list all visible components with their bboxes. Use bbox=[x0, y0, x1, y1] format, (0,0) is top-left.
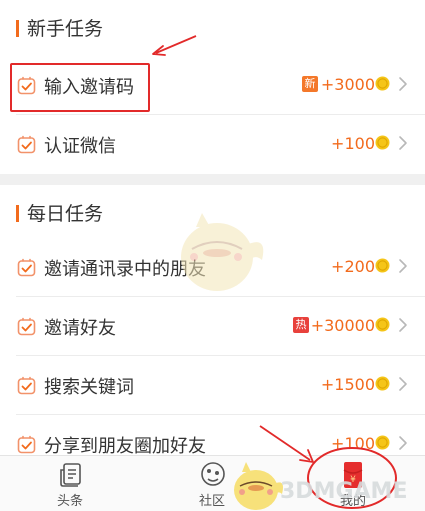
task-icon bbox=[17, 258, 36, 277]
task-icon bbox=[17, 317, 36, 336]
section-header-newbie: 新手任务 bbox=[0, 0, 425, 56]
task-reward: +100 bbox=[331, 134, 375, 153]
annotation-arrow-icon bbox=[152, 35, 197, 56]
coin-icon bbox=[375, 376, 390, 391]
task-reward: +3000 bbox=[320, 75, 375, 94]
highlight-box bbox=[10, 63, 150, 112]
new-badge: 新 bbox=[302, 76, 318, 92]
task-reward: +1500 bbox=[320, 375, 375, 394]
coin-icon bbox=[375, 317, 390, 332]
chevron-right-icon bbox=[398, 258, 408, 274]
chevron-right-icon bbox=[398, 376, 408, 392]
tab-label: 头条 bbox=[56, 494, 83, 509]
section-accent-bar bbox=[16, 205, 19, 222]
task-icon bbox=[17, 376, 36, 395]
coin-icon bbox=[375, 258, 390, 273]
section-title: 新手任务 bbox=[27, 18, 104, 40]
mascot-watermark-icon bbox=[181, 213, 264, 291]
chevron-right-icon bbox=[398, 135, 408, 151]
section-gap bbox=[0, 174, 425, 185]
task-reward: +200 bbox=[331, 257, 375, 276]
chevron-right-icon bbox=[398, 317, 408, 333]
task-icon bbox=[17, 135, 36, 154]
chevron-right-icon bbox=[398, 76, 408, 92]
coin-icon bbox=[375, 135, 390, 150]
task-row-invite-friends[interactable]: 邀请好友 热 +30000 bbox=[0, 297, 425, 356]
task-reward: +30000 bbox=[310, 316, 375, 335]
watermark-text: 3DMGAME bbox=[280, 479, 408, 504]
news-icon bbox=[60, 463, 81, 487]
task-icon bbox=[17, 435, 36, 454]
section-title: 每日任务 bbox=[27, 203, 104, 225]
task-row-search-keyword[interactable]: 搜索关键词 +1500 bbox=[0, 356, 425, 415]
section-accent-bar bbox=[16, 20, 19, 37]
task-label: 邀请好友 bbox=[44, 318, 116, 339]
community-icon bbox=[201, 462, 225, 486]
task-row-verify-wechat[interactable]: 认证微信 +100 bbox=[0, 115, 425, 174]
hot-badge: 热 bbox=[293, 317, 309, 333]
task-label: 搜索关键词 bbox=[44, 377, 134, 398]
tab-headlines[interactable]: 头条 bbox=[25, 456, 115, 511]
task-label: 认证微信 bbox=[44, 136, 116, 157]
coin-icon bbox=[375, 76, 390, 91]
